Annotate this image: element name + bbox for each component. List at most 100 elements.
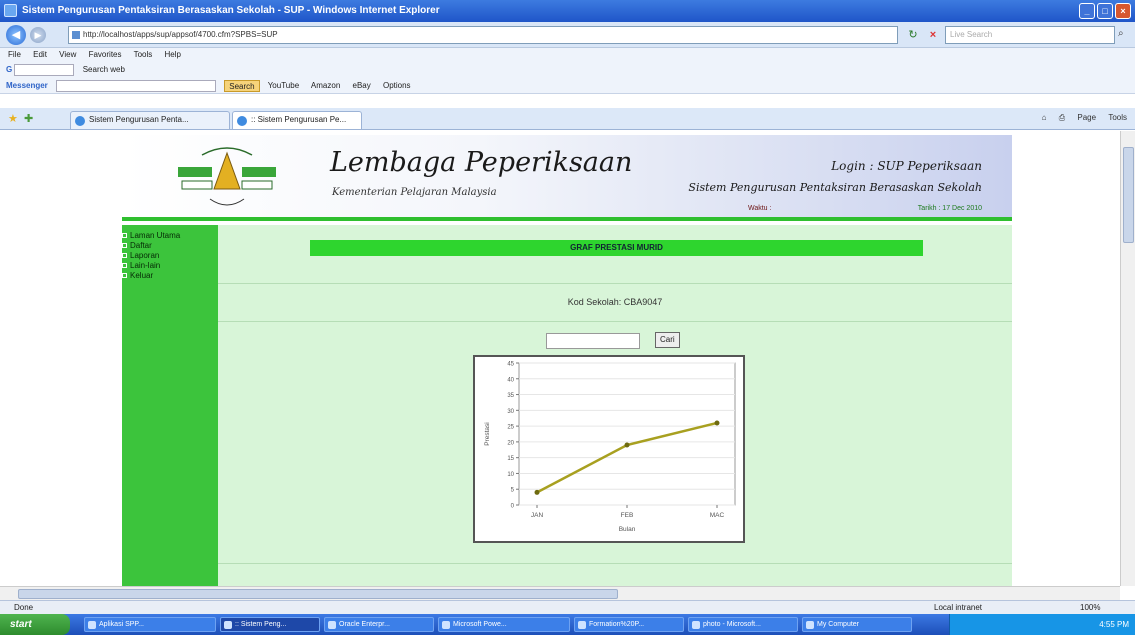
stop-icon[interactable]: × xyxy=(925,27,941,43)
y-tick-label: 0 xyxy=(511,504,515,510)
sidebar-item-lain-lain[interactable]: Lain-lain xyxy=(122,261,215,271)
banner-subtitle: Kementerian Pelajaran Malaysia xyxy=(332,187,497,198)
status-text: Done xyxy=(14,603,34,612)
page-viewport: Lembaga Peperiksaan Kementerian Pelajara… xyxy=(0,131,1120,586)
y-tick-label: 35 xyxy=(507,393,514,399)
search-input[interactable] xyxy=(546,333,640,349)
taskbar-item[interactable]: photo - Microsoft... xyxy=(688,617,798,632)
tab-ie-icon xyxy=(75,116,85,126)
minimize-button[interactable]: _ xyxy=(1079,3,1095,19)
sidebar-item-laporan[interactable]: Laporan xyxy=(122,251,215,261)
menu-view[interactable]: View xyxy=(59,50,76,59)
tab-1[interactable]: Sistem Pengurusan Penta... xyxy=(70,111,230,129)
back-button[interactable]: ◀ xyxy=(6,25,26,45)
options-link[interactable]: Options xyxy=(383,81,411,90)
sidebar-item-label: Daftar xyxy=(130,241,152,250)
sidebar: Laman Utama Daftar Laporan Lain-lain Kel… xyxy=(122,225,215,586)
sidebar-item-daftar[interactable]: Daftar xyxy=(122,241,215,251)
data-point xyxy=(534,489,540,495)
menu-favorites[interactable]: Favorites xyxy=(89,50,122,59)
cari-button[interactable]: Cari xyxy=(655,332,680,348)
msn-search-button[interactable]: Search xyxy=(224,79,260,92)
page-menu[interactable]: Page xyxy=(1077,113,1096,122)
y-axis-label: Prestasi xyxy=(484,422,491,445)
y-tick-label: 40 xyxy=(507,377,514,383)
app-icon xyxy=(442,621,450,629)
menu-help[interactable]: Help xyxy=(165,50,181,59)
taskbar: start Aplikasi SPP... :: Sistem Peng... … xyxy=(0,614,1135,635)
forward-button[interactable]: ▶ xyxy=(30,27,46,43)
taskbar-item[interactable]: Aplikasi SPP... xyxy=(84,617,216,632)
data-point xyxy=(624,442,630,448)
taskbar-item[interactable]: Oracle Enterpr... xyxy=(324,617,434,632)
msn-brand: Messenger xyxy=(6,81,48,90)
login-info: Login : SUP Peperiksaan xyxy=(831,159,982,173)
banner-title: Lembaga Peperiksaan xyxy=(330,147,633,178)
zoom-level[interactable]: 100% xyxy=(1080,601,1100,615)
amazon-link[interactable]: Amazon xyxy=(311,81,340,90)
taskbar-item-label: :: Sistem Peng... xyxy=(235,621,287,628)
time-label: Waktu : xyxy=(748,205,772,212)
sidebar-item-label: Laporan xyxy=(130,251,160,260)
google-toolbar: G Search web xyxy=(0,62,1135,78)
divider xyxy=(218,283,1012,284)
sidebar-item-label: Lain-lain xyxy=(130,261,161,270)
divider xyxy=(218,563,1012,564)
menu-tools[interactable]: Tools xyxy=(134,50,153,59)
taskbar-item[interactable]: My Computer xyxy=(802,617,912,632)
start-button[interactable]: start xyxy=(0,614,70,635)
favorites-star-icon[interactable]: ★ xyxy=(8,112,18,125)
maximize-button[interactable]: □ xyxy=(1097,3,1113,19)
security-zone: Local intranet xyxy=(934,603,983,612)
tools-menu[interactable]: Tools xyxy=(1108,113,1127,122)
youtube-link[interactable]: YouTube xyxy=(268,81,299,90)
bullet-icon xyxy=(122,253,127,259)
sidebar-item-laman-utama[interactable]: Laman Utama xyxy=(122,231,215,241)
app-icon xyxy=(806,621,814,629)
ebay-link[interactable]: eBay xyxy=(353,81,371,90)
google-search-label: Search web xyxy=(82,65,125,74)
system-tray: 4:55 PM xyxy=(949,614,1135,635)
site-banner: Lembaga Peperiksaan Kementerian Pelajara… xyxy=(122,135,1012,221)
tab-1-label: Sistem Pengurusan Penta... xyxy=(89,115,189,124)
menu-file[interactable]: File xyxy=(8,50,21,59)
msn-toolbar: Messenger Search YouTube Amazon eBay Opt… xyxy=(0,78,1135,94)
lembaga-logo xyxy=(178,147,276,206)
taskbar-item[interactable]: Microsoft Powe... xyxy=(438,617,570,632)
y-tick-label: 5 xyxy=(511,488,515,494)
menu-edit[interactable]: Edit xyxy=(33,50,47,59)
clock: 4:55 PM xyxy=(1099,620,1129,629)
bullet-icon xyxy=(122,263,127,269)
taskbar-item[interactable]: :: Sistem Peng... xyxy=(220,617,320,632)
window-title: Sistem Pengurusan Pentaksiran Berasaskan… xyxy=(22,5,440,16)
vertical-scrollbar[interactable] xyxy=(1120,131,1135,586)
y-tick-label: 30 xyxy=(507,409,514,415)
app-icon xyxy=(328,621,336,629)
close-button[interactable]: × xyxy=(1115,3,1131,19)
search-input[interactable]: Live Search xyxy=(945,26,1115,44)
bullet-icon xyxy=(122,233,127,239)
search-icon[interactable]: ⌕ xyxy=(1118,28,1124,39)
add-favorite-icon[interactable]: ✚ xyxy=(24,112,33,125)
horizontal-scroll-thumb[interactable] xyxy=(18,589,618,599)
x-tick-label: FEB xyxy=(621,512,634,519)
sidebar-item-keluar[interactable]: Keluar xyxy=(122,271,215,281)
horizontal-scrollbar[interactable] xyxy=(0,586,1120,600)
app-icon xyxy=(224,621,232,629)
taskbar-item[interactable]: Formation%20P... xyxy=(574,617,684,632)
y-tick-label: 10 xyxy=(507,472,514,478)
address-row: ◀ ▶ http://localhost/apps/sup/appsof/470… xyxy=(0,22,1135,48)
x-axis-label: Bulan xyxy=(619,526,636,533)
google-search-input[interactable] xyxy=(14,63,75,76)
address-url: http://localhost/apps/sup/appsof/4700.cf… xyxy=(83,30,278,39)
page-icon xyxy=(72,31,80,39)
vertical-scroll-thumb[interactable] xyxy=(1123,147,1134,243)
home-icon[interactable]: ⌂ xyxy=(1042,113,1047,122)
y-tick-label: 15 xyxy=(507,456,514,462)
refresh-icon[interactable]: ↻ xyxy=(905,27,921,43)
print-icon[interactable]: ⎙ xyxy=(1059,113,1065,122)
window-controls: _ □ × xyxy=(1079,3,1131,19)
msn-search-input[interactable] xyxy=(56,79,217,92)
address-bar[interactable]: http://localhost/apps/sup/appsof/4700.cf… xyxy=(68,26,898,44)
tab-2[interactable]: :: Sistem Pengurusan Pe... xyxy=(232,111,362,129)
